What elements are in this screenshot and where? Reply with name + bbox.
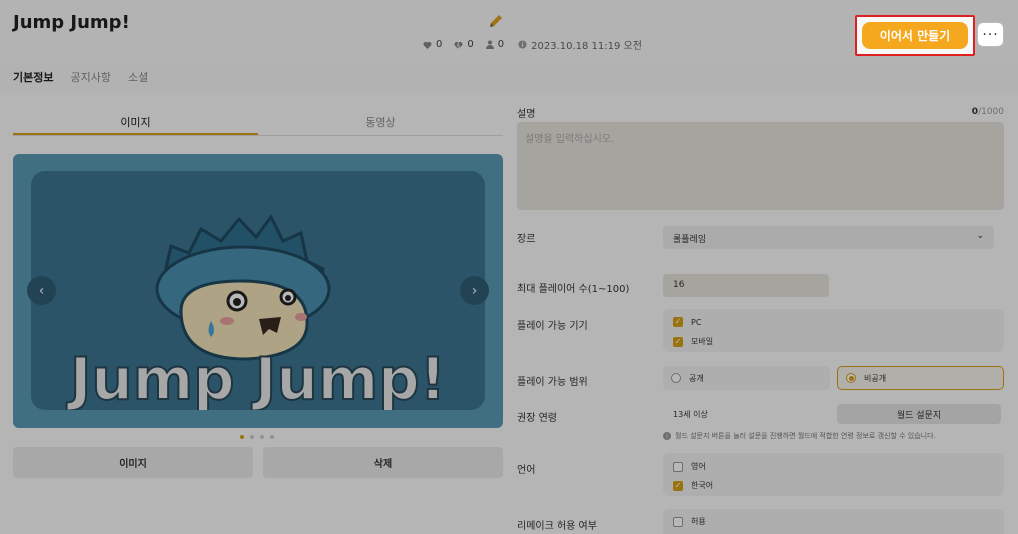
radio-icon[interactable] xyxy=(671,373,681,383)
scope-label: 플레이 가능 범위 xyxy=(517,377,588,388)
tab-basic-info[interactable]: 기본정보 xyxy=(13,69,53,85)
description-max: /1000 xyxy=(978,107,1004,117)
description-placeholder: 설명을 입력하십시오. xyxy=(525,134,615,145)
radio-selected-icon[interactable] xyxy=(846,373,856,383)
devices-box: ✓ PC ✓ 모바일 xyxy=(663,309,1004,352)
checkbox-icon[interactable] xyxy=(673,516,683,527)
checkbox-checked-icon[interactable]: ✓ xyxy=(673,480,683,491)
players-stat: 0 xyxy=(485,39,505,50)
checkbox-checked-icon[interactable]: ✓ xyxy=(673,317,683,327)
survey-note: i 월드 설문지 버튼을 눌러 설문을 진행하면 월드에 적합한 연령 정보로 … xyxy=(663,431,936,441)
carousel-dot[interactable] xyxy=(270,435,274,439)
max-players-input[interactable]: 16 xyxy=(663,274,829,297)
info-icon: i xyxy=(663,432,671,440)
prev-image-button[interactable]: ‹ xyxy=(27,276,56,305)
remake-option-allow[interactable]: 허용 xyxy=(673,516,706,527)
world-survey-button[interactable]: 월드 설문지 xyxy=(837,404,1001,424)
pencil-icon[interactable] xyxy=(487,12,505,30)
tab-video[interactable]: 동영상 xyxy=(258,109,503,135)
device-option-pc[interactable]: ✓ PC xyxy=(673,317,701,327)
date-text: 2023.10.18 11:19 오전 xyxy=(531,41,642,52)
carousel-dot[interactable] xyxy=(260,435,264,439)
page: Jump Jump! 0 0 0 2023.10.18 11:19 오전 기본정… xyxy=(0,0,1018,534)
banner-text: Jump Jump! xyxy=(66,345,446,410)
dislikes-stat: 0 xyxy=(454,39,474,50)
heart-icon xyxy=(423,41,432,49)
media-tabs: 이미지 동영상 xyxy=(13,109,503,136)
carousel-dots xyxy=(240,435,280,439)
info-icon xyxy=(518,40,527,49)
carousel-dot[interactable] xyxy=(250,435,254,439)
devices-label: 플레이 가능 기기 xyxy=(517,321,588,332)
continue-editing-button[interactable]: 이어서 만들기 xyxy=(862,22,968,49)
checkbox-icon[interactable] xyxy=(673,461,683,472)
max-players-label: 최대 플레이어 수(1~100) xyxy=(517,284,630,295)
image-carousel: Jump Jump! ‹ › xyxy=(13,154,503,428)
age-label: 권장 연령 xyxy=(517,413,557,424)
genre-select[interactable]: 롤플레잉 ⌄ xyxy=(663,226,994,249)
remake-box: 허용 xyxy=(663,509,1004,534)
top-tabs: 기본정보 공지사항 소셜 xyxy=(13,69,165,85)
device-label: 모바일 xyxy=(691,337,714,346)
genre-label: 장르 xyxy=(517,234,536,245)
scope-option-label: 공개 xyxy=(689,373,704,383)
mascot-illustration: Jump Jump! xyxy=(65,214,447,414)
age-value: 13세 이상 xyxy=(673,410,708,419)
description-field[interactable]: 설명을 입력하십시오. xyxy=(517,122,1004,210)
chevron-down-icon: ⌄ xyxy=(976,231,984,241)
tab-social[interactable]: 소셜 xyxy=(128,69,148,85)
remake-option-label: 허용 xyxy=(691,517,706,526)
language-label-text: 한국어 xyxy=(691,481,714,490)
players-count: 0 xyxy=(497,39,505,50)
tab-image[interactable]: 이미지 xyxy=(13,109,258,135)
more-options-button[interactable]: ··· xyxy=(977,22,1004,47)
genre-value: 롤플레잉 xyxy=(673,235,707,245)
device-option-mobile[interactable]: ✓ 모바일 xyxy=(673,336,713,347)
dislikes-count: 0 xyxy=(467,39,474,50)
carousel-dot[interactable] xyxy=(240,435,244,439)
world-title: Jump Jump! xyxy=(13,12,130,33)
language-label: 언어 xyxy=(517,465,536,476)
device-label: PC xyxy=(691,317,702,327)
languages-box: 영어 ✓ 한국어 xyxy=(663,453,1004,496)
checkbox-checked-icon[interactable]: ✓ xyxy=(673,336,683,347)
remake-label: 리메이크 허용 여부 xyxy=(517,521,597,532)
description-label: 설명 xyxy=(517,109,536,120)
scope-option-private[interactable]: 비공개 xyxy=(837,366,1004,390)
description-counter: 0/1000 xyxy=(966,107,1004,117)
world-thumbnail: Jump Jump! xyxy=(31,171,485,414)
person-icon xyxy=(485,40,494,49)
image-upload-button[interactable]: 이미지 xyxy=(13,447,253,478)
likes-count: 0 xyxy=(436,39,443,50)
stats-bar: 0 0 0 2023.10.18 11:19 오전 xyxy=(423,37,642,52)
survey-note-text: 월드 설문지 버튼을 눌러 설문을 진행하면 월드에 적합한 연령 정보로 갱신… xyxy=(675,432,936,440)
language-label-text: 영어 xyxy=(691,462,706,471)
language-option-english[interactable]: 영어 xyxy=(673,461,706,472)
delete-image-button[interactable]: 삭제 xyxy=(263,447,503,478)
likes-stat: 0 xyxy=(423,39,442,50)
highlight-frame: 이어서 만들기 xyxy=(855,15,975,56)
scope-option-label: 비공개 xyxy=(864,373,887,383)
tab-notice[interactable]: 공지사항 xyxy=(70,69,110,85)
language-option-korean[interactable]: ✓ 한국어 xyxy=(673,480,713,491)
next-image-button[interactable]: › xyxy=(460,276,489,305)
scope-option-public[interactable]: 공개 xyxy=(663,366,830,390)
updated-date: 2023.10.18 11:19 오전 xyxy=(518,37,642,52)
broken-heart-icon xyxy=(454,41,463,49)
